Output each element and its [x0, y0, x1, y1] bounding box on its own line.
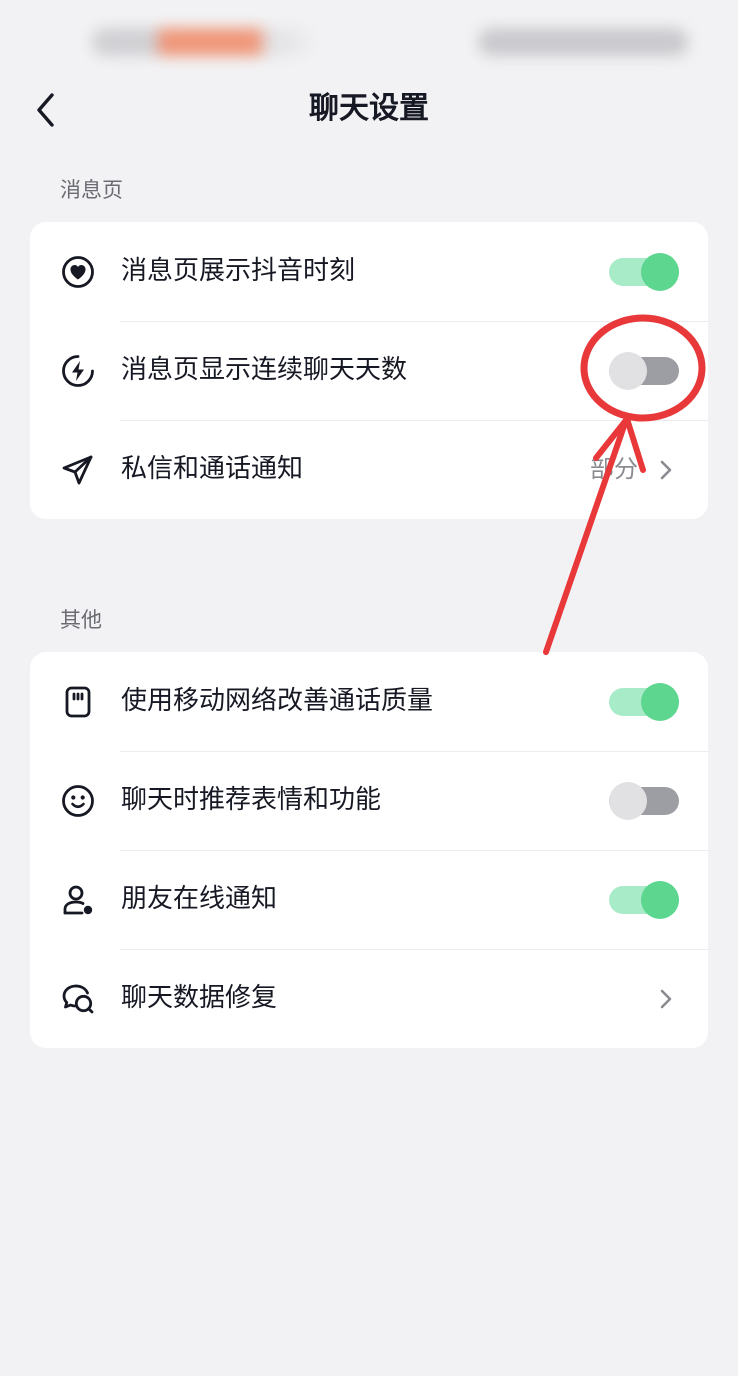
- status-bar-time-blurred: [92, 28, 312, 56]
- setting-label: 消息页展示抖音时刻: [121, 256, 356, 286]
- toggle-knob: [609, 352, 647, 390]
- chevron-right-icon: [660, 989, 672, 1009]
- section-label-other: 其他: [60, 608, 102, 632]
- setting-row-chat-data-repair[interactable]: 聊天数据修复: [30, 949, 708, 1048]
- setting-row-show-douyin-moments[interactable]: 消息页展示抖音时刻: [30, 222, 708, 321]
- toggle-switch-off[interactable]: [609, 782, 679, 820]
- setting-label: 私信和通话通知: [121, 454, 304, 484]
- setting-row-mobile-network-call-quality[interactable]: 使用移动网络改善通话质量: [30, 652, 708, 751]
- toggle-switch-on[interactable]: [609, 253, 679, 291]
- status-bar: [0, 0, 738, 80]
- toggle-knob: [641, 253, 679, 291]
- toggle-knob: [641, 881, 679, 919]
- lightning-circle-icon: [62, 355, 94, 387]
- setting-label: 聊天数据修复: [121, 983, 278, 1013]
- user-online-icon: [63, 885, 93, 915]
- smiley-face-icon: [62, 785, 94, 817]
- heart-circle-icon: [62, 256, 94, 288]
- chevron-right-icon: [660, 460, 672, 480]
- setting-row-dm-call-notifications[interactable]: 私信和通话通知 部分: [30, 420, 708, 519]
- section-label-messages: 消息页: [60, 178, 123, 202]
- page-title: 聊天设置: [309, 91, 429, 126]
- settings-card-messages: 消息页展示抖音时刻 消息页显示连续聊天天数 私信和通话通知 部分: [30, 222, 708, 519]
- setting-label: 朋友在线通知: [121, 884, 278, 914]
- setting-value: 部分: [590, 455, 638, 483]
- toggle-switch-on[interactable]: [609, 881, 679, 919]
- setting-label: 聊天时推荐表情和功能: [121, 785, 382, 815]
- toggle-switch-off[interactable]: [609, 352, 679, 390]
- toggle-knob: [609, 782, 647, 820]
- sim-card-icon: [65, 686, 91, 718]
- status-bar-indicators-blurred: [478, 28, 688, 56]
- chat-bubbles-icon: [62, 984, 94, 1014]
- settings-card-other: 使用移动网络改善通话质量 聊天时推荐表情和功能 朋友在线通知 聊天数据修复: [30, 652, 708, 1048]
- nav-bar: 聊天设置: [0, 78, 738, 140]
- setting-label: 使用移动网络改善通话质量: [121, 686, 434, 716]
- paper-plane-icon: [62, 455, 93, 485]
- setting-row-friend-online-notification[interactable]: 朋友在线通知: [30, 850, 708, 949]
- toggle-knob: [641, 683, 679, 721]
- toggle-switch-on[interactable]: [609, 683, 679, 721]
- setting-label: 消息页显示连续聊天天数: [121, 355, 408, 385]
- setting-row-recommend-emoji-features[interactable]: 聊天时推荐表情和功能: [30, 751, 708, 850]
- setting-row-show-chat-streak[interactable]: 消息页显示连续聊天天数: [30, 321, 708, 420]
